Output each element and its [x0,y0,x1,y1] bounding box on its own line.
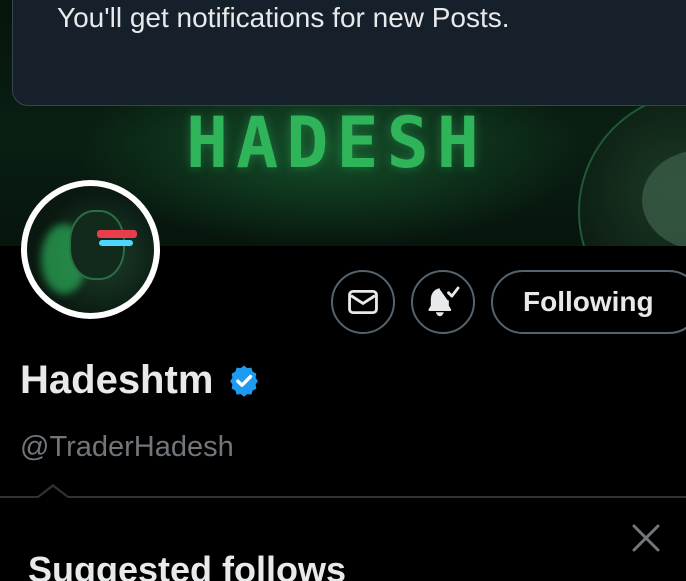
section-divider [0,496,686,498]
bell-check-icon [428,286,460,317]
banner-wordmark: HADESH [186,102,487,184]
following-button[interactable]: Following [491,270,686,334]
display-name: Hadeshtm [20,358,214,402]
notification-toast: You'll get notifications for new Posts. [12,0,686,106]
caret-up-fill [37,487,69,499]
display-name-row: Hadeshtm [20,360,261,400]
avatar-image [27,186,154,313]
notifications-button[interactable] [411,270,475,334]
toast-message: You'll get notifications for new Posts. [57,2,510,33]
avatar[interactable] [21,180,160,319]
message-button[interactable] [331,270,395,334]
verified-badge-icon[interactable] [227,363,261,397]
close-icon[interactable] [626,518,666,558]
avatar-visor-blue [99,240,133,246]
mail-icon [348,289,378,315]
avatar-visor-red [97,230,137,238]
suggested-follows-title: Suggested follows [28,549,347,581]
user-handle: @TraderHadesh [20,431,234,463]
profile-page: HADESH You'll get notifications for new … [0,0,686,581]
